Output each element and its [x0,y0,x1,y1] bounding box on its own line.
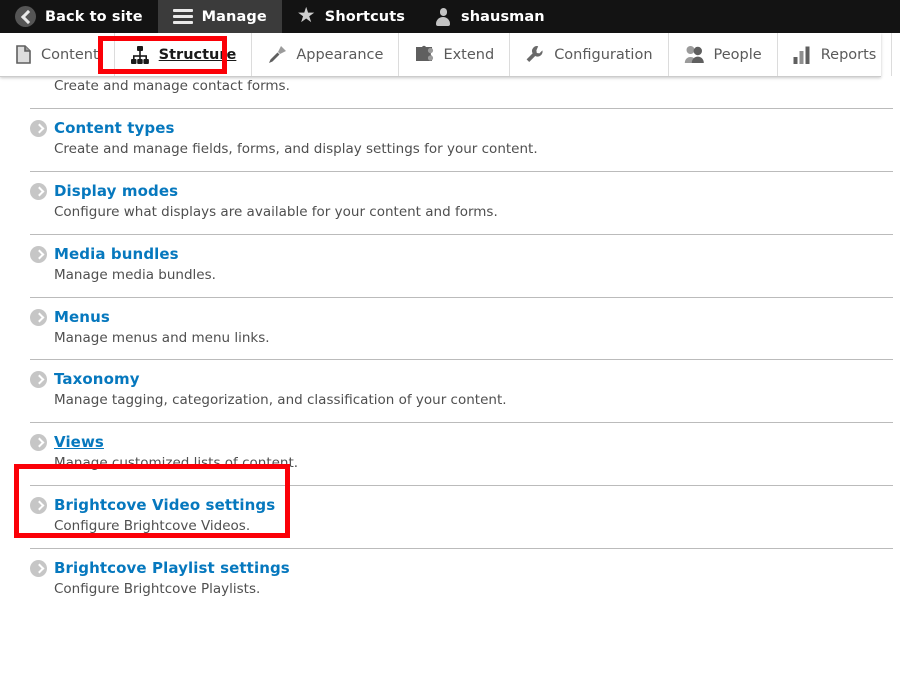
admin-block-description: Create and manage fields, forms, and dis… [54,140,538,157]
admin-block-link-brightcove-playlist-settings[interactable]: Brightcove Playlist settings [54,561,290,576]
admin-block-title: Display modes [30,182,893,200]
manage-tab-label: Structure [158,46,237,63]
admin-block-title: Taxonomy [30,371,893,389]
admin-block-description: Configure Brightcove Videos. [54,518,251,535]
admin-block-description: Create and manage contact forms. [54,78,290,94]
chevron-right-circle-icon [30,182,47,200]
manage-tab-label: Extend [443,46,495,63]
manage-tab-label: Reports [820,46,877,63]
chevron-right-circle-icon [30,560,47,578]
admin-block-link-media-bundles[interactable]: Media bundles [54,246,179,262]
admin-tab-label: Shortcuts [324,8,405,25]
admin-block-description: Manage menus and menu links. [54,329,270,346]
manage-tab-appearance[interactable]: Appearance [252,33,400,76]
admin-tab-label: Back to site [45,8,143,25]
admin-block-list: Create and manage contact forms. Content… [0,77,900,611]
manage-toolbar: Content Structure Appearance Extend Conf… [0,33,893,77]
manage-tab-label: Appearance [296,46,384,63]
chevron-right-circle-icon [30,308,47,326]
admin-block-link-menus[interactable]: Menus [54,309,110,325]
admin-block-title: Menus [30,308,893,326]
bar-chart-icon [793,46,812,64]
list-item[interactable]: Media bundles Manage media bundles. [0,233,900,297]
manage-tab-help[interactable]: ? Help [892,33,900,76]
admin-block-description: Manage tagging, categorization, and clas… [54,392,507,409]
puzzle-piece-icon [414,45,434,64]
admin-block-link-taxonomy[interactable]: Taxonomy [54,372,140,387]
chevron-right-circle-icon [30,497,47,515]
manage-tab-reports[interactable]: Reports [778,33,893,76]
list-item[interactable]: Taxonomy Manage tagging, categorization,… [0,359,900,422]
admin-tab-shortcuts[interactable]: ★ Shortcuts [282,0,420,33]
admin-block-description: Manage media bundles. [54,266,216,283]
chevron-right-circle-icon [30,371,47,389]
manage-tab-configuration[interactable]: Configuration [510,33,669,76]
paintbrush-icon [267,45,287,64]
admin-tab-label: Manage [201,8,267,25]
admin-tab-manage[interactable]: Manage [157,0,282,33]
admin-toolbar: Back to site Manage ★ Shortcuts shausman [0,0,900,33]
manage-tab-people[interactable]: People [669,33,778,76]
user-icon [435,7,452,26]
structure-admin-list-panel: Create and manage contact forms. Content… [0,77,900,611]
admin-block-link-display-modes[interactable]: Display modes [54,183,178,199]
chevron-right-circle-icon [30,119,47,137]
manage-tab-extend[interactable]: Extend [399,33,511,76]
back-arrow-icon [15,6,36,27]
manage-tab-label: Configuration [554,46,653,63]
admin-block-title: Brightcove Video settings [30,497,893,515]
admin-block-description: Configure what displays are available fo… [54,203,498,220]
admin-block-title: Content types [30,119,893,137]
admin-block-link-views[interactable]: Views [54,435,104,450]
admin-block-description: Manage customized lists of content. [54,455,299,472]
admin-block-description: Configure Brightcove Playlists. [54,581,261,598]
chevron-right-circle-icon [30,245,47,263]
list-item[interactable]: Brightcove Playlist settings Configure B… [0,548,900,611]
admin-block-title: Media bundles [30,245,893,263]
manage-tab-label: People [713,46,762,63]
list-item[interactable]: Brightcove Video settings Configure Brig… [0,485,900,548]
star-icon: ★ [296,3,316,27]
chevron-right-circle-icon [30,434,47,452]
admin-block-link-content-types[interactable]: Content types [54,120,175,136]
admin-tab-label: shausman [460,8,545,25]
list-item[interactable]: Display modes Configure what displays ar… [0,170,900,234]
people-icon [684,45,705,64]
sitemap-icon [130,45,150,64]
page-icon [15,45,32,64]
admin-block-link-brightcove-video-settings[interactable]: Brightcove Video settings [54,498,275,513]
list-item[interactable]: Content types Create and manage fields, … [0,107,900,171]
hamburger-icon [172,8,193,25]
wrench-icon [525,45,545,64]
admin-block-title: Views [30,434,893,452]
admin-tab-back-to-site[interactable]: Back to site [0,0,158,33]
list-item[interactable]: Create and manage contact forms. [0,77,900,108]
manage-tab-label: Content [41,46,99,63]
manage-tab-structure[interactable]: Structure [115,33,253,76]
list-item[interactable]: Views Manage customized lists of content… [0,422,900,485]
list-item[interactable]: Menus Manage menus and menu links. [0,296,900,360]
admin-block-title: Brightcove Playlist settings [30,560,893,578]
admin-tab-user-account[interactable]: shausman [420,0,560,33]
manage-tab-content[interactable]: Content [0,33,115,76]
